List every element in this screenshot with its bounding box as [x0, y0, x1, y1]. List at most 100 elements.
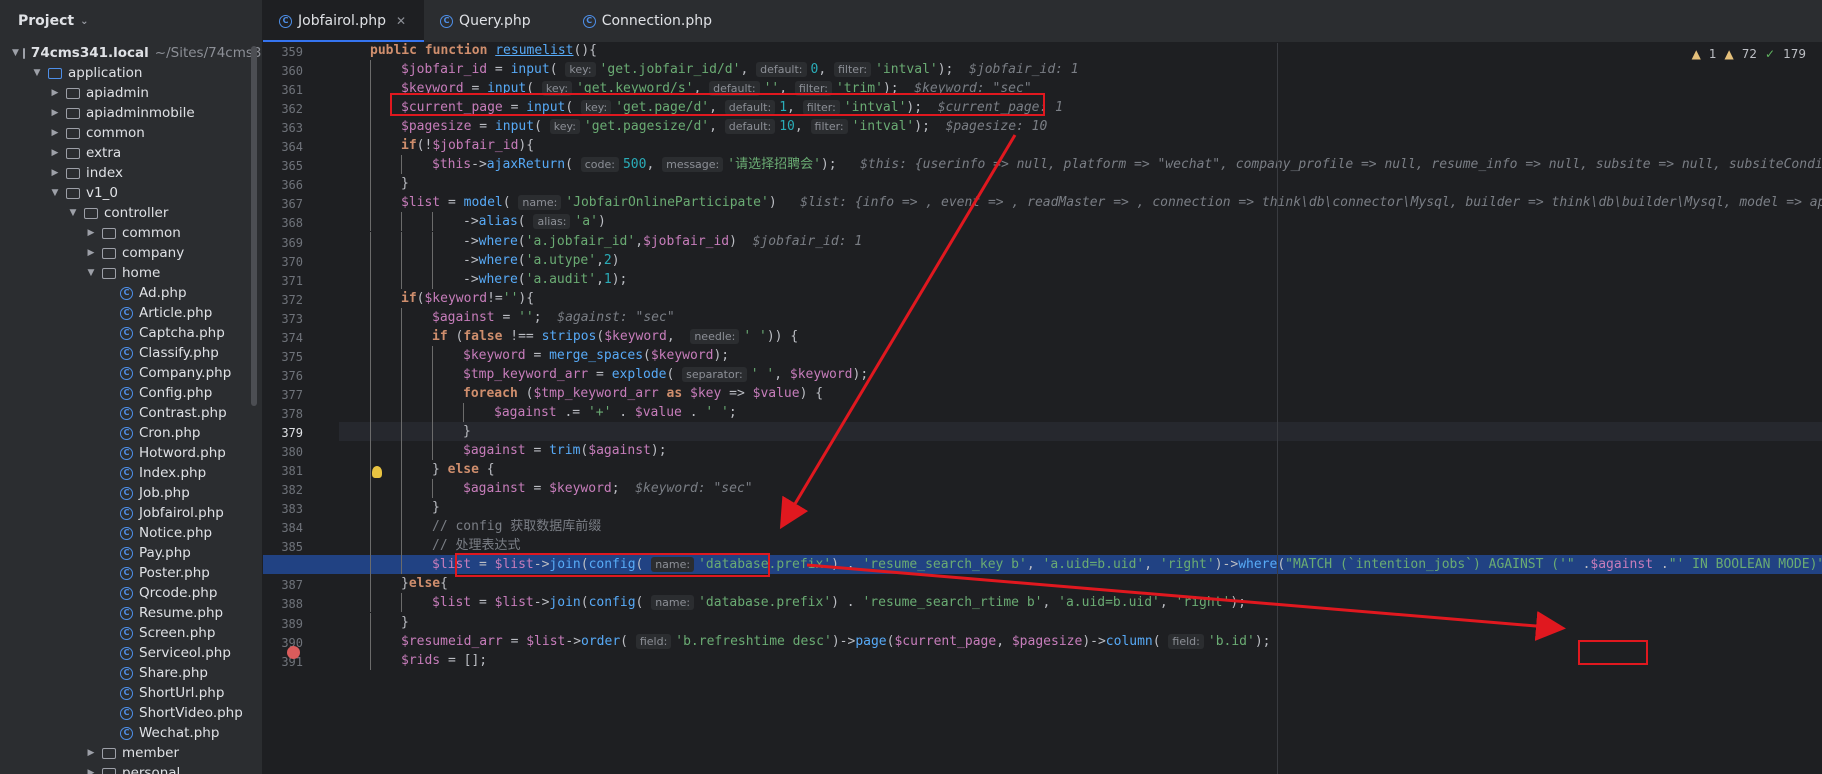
tree-item[interactable]: ▶CArticle.php — [0, 303, 250, 323]
tree-item[interactable]: ▶ personal — [0, 763, 250, 774]
tree-item[interactable]: ▶CScreen.php — [0, 623, 250, 643]
tree-item[interactable]: ▶CAd.php — [0, 283, 250, 303]
project-scrollbar[interactable] — [251, 46, 257, 406]
code-line[interactable]: ->where('a.utype',2) — [339, 250, 1822, 270]
tree-item[interactable]: ▶ company — [0, 243, 250, 263]
code-line[interactable]: } — [339, 174, 1822, 194]
code-token: 10 — [779, 119, 795, 135]
tree-item[interactable]: ▶CCompany.php — [0, 363, 250, 383]
tree-item[interactable]: ▼ application — [0, 63, 250, 83]
tree-item[interactable]: ▶ common — [0, 223, 250, 243]
tree-item[interactable]: ▶CJobfairol.php — [0, 503, 250, 523]
chevron-down-icon[interactable]: ▼ — [30, 68, 44, 78]
chevron-right-icon[interactable]: ▶ — [84, 228, 98, 238]
tree-item[interactable]: ▶CContrast.php — [0, 403, 250, 423]
tree-item[interactable]: ▶CCron.php — [0, 423, 250, 443]
tree-item[interactable]: ▶ index — [0, 163, 250, 183]
chevron-down-icon[interactable]: ⌄ — [80, 16, 88, 27]
line-number-gutter[interactable]: 359 360 361 362 363 364 365 366 367 368 369 370 371 3… — [263, 43, 339, 774]
code-line[interactable]: $against = ''; $against: "sec" — [339, 307, 1822, 327]
chevron-right-icon[interactable]: ▶ — [84, 748, 98, 758]
tree-item[interactable]: ▶CShortUrl.php — [0, 683, 250, 703]
chevron-right-icon[interactable]: ▶ — [48, 128, 62, 138]
code-line[interactable]: $tmp_keyword_arr = explode( separator: ' … — [339, 364, 1822, 384]
editor-tab[interactable]: C Jobfairol.php ✕ — [263, 0, 425, 42]
close-icon[interactable]: ✕ — [396, 14, 406, 28]
chevron-right-icon[interactable]: ▶ — [48, 88, 62, 98]
code-line[interactable]: ->alias( alias:'a') — [339, 212, 1822, 232]
code-line[interactable]: $list = $list->join(config( name:'databa… — [339, 593, 1822, 613]
code-token: $keyword: "sec" — [635, 481, 753, 497]
code-token: '请选择招聘会' — [727, 157, 821, 173]
code-line[interactable]: $this->ajaxReturn( code: 500, message: '请选… — [339, 155, 1822, 175]
project-header[interactable]: Project ⌄ — [0, 0, 262, 42]
tree-item[interactable]: ▼ controller — [0, 203, 250, 223]
tree-item[interactable]: ▼ v1_0 — [0, 183, 250, 203]
chevron-right-icon[interactable]: ▶ — [48, 148, 62, 158]
code-line[interactable]: $pagesize = input( key:'get.pagesize/d',… — [339, 117, 1822, 137]
tree-item[interactable]: ▶CShare.php — [0, 663, 250, 683]
code-line[interactable]: if (false !== stripos($keyword, needle: '… — [339, 326, 1822, 346]
code-line[interactable]: } — [339, 422, 1822, 442]
tree-item[interactable]: ▼ home — [0, 263, 250, 283]
code-line[interactable]: $against = trim($against); — [339, 441, 1822, 461]
right-margin-guide — [1277, 43, 1278, 774]
tree-item[interactable]: ▶CQrcode.php — [0, 583, 250, 603]
code-line[interactable]: $against .= '+' . $value . ' '; — [339, 402, 1822, 422]
tree-item[interactable]: ▶ common — [0, 123, 250, 143]
code-line[interactable]: foreach ($tmp_keyword_arr as $key => $va… — [339, 383, 1822, 403]
tree-item[interactable]: ▶ extra — [0, 143, 250, 163]
lightbulb-icon[interactable] — [372, 466, 382, 478]
code-token: ( — [666, 366, 683, 382]
code-line[interactable]: $keyword = merge_spaces($keyword); — [339, 345, 1822, 365]
code-line[interactable]: $against = $keyword; $keyword: "sec" — [339, 479, 1822, 499]
code-line[interactable]: }else{ — [339, 574, 1822, 594]
editor-tab[interactable]: C Connection.php — [567, 0, 748, 42]
tree-item[interactable]: ▶CServiceol.php — [0, 643, 250, 663]
code-line[interactable]: if(!$jobfair_id){ — [339, 136, 1822, 156]
tree-item[interactable]: ▶CShortVideo.php — [0, 703, 250, 723]
tree-item[interactable]: ▶CCaptcha.php — [0, 323, 250, 343]
folder-icon — [66, 107, 80, 119]
code-token: trim — [549, 443, 581, 459]
chevron-right-icon[interactable]: ▶ — [48, 168, 62, 178]
tree-item[interactable]: ▶CConfig.php — [0, 383, 250, 403]
tree-item[interactable]: ▶CIndex.php — [0, 463, 250, 483]
code-line[interactable]: public function resumelist(){ — [339, 43, 1822, 60]
chevron-down-icon[interactable]: ▼ — [48, 188, 62, 198]
tree-item[interactable]: ▶ apiadminmobile — [0, 103, 250, 123]
tree-item[interactable]: ▶CPay.php — [0, 543, 250, 563]
chevron-right-icon[interactable]: ▶ — [48, 108, 62, 118]
tree-item[interactable]: ▶CPoster.php — [0, 563, 250, 583]
chevron-right-icon[interactable]: ▶ — [84, 248, 98, 258]
code-line[interactable]: } else { — [339, 460, 1822, 480]
tree-item[interactable]: ▶CHotword.php — [0, 443, 250, 463]
tree-item[interactable]: ▶CClassify.php — [0, 343, 250, 363]
inspection-widget[interactable]: ▲ 1 ▲ 72 ✓ 179 — [1692, 47, 1806, 61]
tree-item[interactable]: ▶ member — [0, 743, 250, 763]
tree-item[interactable]: ▶CResume.php — [0, 603, 250, 623]
tree-item-label: Ad.php — [139, 285, 187, 301]
code-line[interactable]: ->where('a.audit',1); — [339, 269, 1822, 289]
chevron-down-icon[interactable]: ▼ — [12, 48, 19, 58]
tree-item[interactable]: ▶CNotice.php — [0, 523, 250, 543]
indent-guide — [370, 441, 371, 461]
code-token: $against — [1590, 557, 1654, 573]
chevron-right-icon[interactable]: ▶ — [84, 768, 98, 774]
code-line[interactable]: $list = model( name: 'JobfairOnlinePartic… — [339, 193, 1822, 213]
chevron-down-icon[interactable]: ▼ — [66, 208, 80, 218]
tree-item[interactable]: ▼ 74cms341.local ~/Sites/74cms3 — [0, 43, 262, 63]
code-line[interactable]: ->where('a.jobfair_id',$jobfair_id) $job… — [339, 231, 1822, 251]
code-line[interactable]: if($keyword!=''){ — [339, 288, 1822, 308]
code-line[interactable]: // config 获取数据库前缀 — [339, 517, 1822, 537]
code-line[interactable]: } — [339, 498, 1822, 518]
editor-tab[interactable]: C Query.php — [424, 0, 567, 42]
chevron-down-icon[interactable]: ▼ — [84, 268, 98, 278]
tree-item[interactable]: ▶ apiadmin — [0, 83, 250, 103]
code-line[interactable]: $jobfair_id = input( key:'get.jobfair_id… — [339, 60, 1822, 80]
tree-item[interactable]: ▶CWechat.php — [0, 723, 250, 743]
breakpoint-icon[interactable] — [287, 646, 300, 659]
code-line[interactable]: } — [339, 612, 1822, 632]
tree-item[interactable]: ▶CJob.php — [0, 483, 250, 503]
code-token: , — [646, 157, 663, 173]
